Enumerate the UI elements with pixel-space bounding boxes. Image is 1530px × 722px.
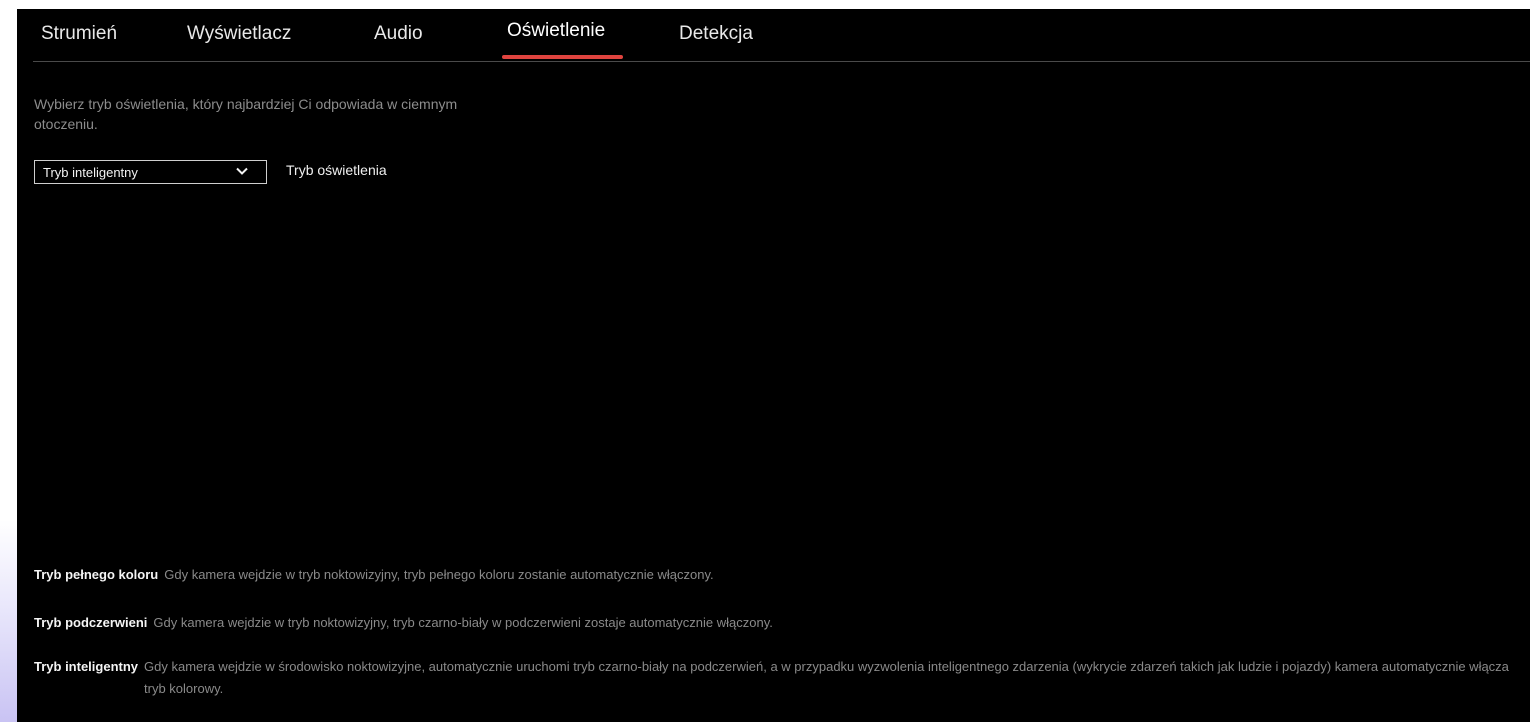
description-term: Tryb podczerwieni xyxy=(34,615,148,630)
description-text: Gdy kamera wejdzie w tryb noktowizyjny, … xyxy=(153,615,773,630)
background-edge xyxy=(0,520,17,722)
active-tab-indicator xyxy=(502,55,623,59)
tab-detection[interactable]: Detekcja xyxy=(679,23,753,45)
intro-text: Wybierz tryb oświetlenia, który najbardz… xyxy=(34,96,458,132)
description-infrared: Tryb podczerwieni Gdy kamera wejdzie w tr… xyxy=(34,612,773,634)
description-term: Tryb inteligentny xyxy=(34,659,139,674)
tab-audio[interactable]: Audio xyxy=(374,23,423,45)
tab-stream[interactable]: Strumień xyxy=(41,23,117,45)
description-full-color: Tryb pełnego koloru Gdy kamera wejdzie w … xyxy=(34,564,714,586)
tab-display[interactable]: Wyświetlacz xyxy=(187,23,291,45)
description-term: Tryb pełnego koloru xyxy=(34,567,159,582)
tab-bar: Strumień Wyświetlacz Audio Oświetlenie D… xyxy=(33,9,1530,62)
chevron-down-icon xyxy=(236,167,248,175)
lighting-mode-label: Tryb oświetlenia xyxy=(286,162,387,178)
tab-lighting[interactable]: Oświetlenie xyxy=(507,20,605,42)
settings-panel: Strumień Wyświetlacz Audio Oświetlenie D… xyxy=(17,9,1530,722)
lighting-mode-select[interactable]: Tryb inteligentny xyxy=(34,160,267,184)
description-text: Gdy kamera wejdzie w środowisko noktowiz… xyxy=(144,659,1509,696)
lighting-mode-value: Tryb inteligentny xyxy=(43,165,138,180)
description-smart: Tryb inteligentny Gdy kamera wejdzie w śr… xyxy=(34,656,1524,700)
description-text: Gdy kamera wejdzie w tryb noktowizyjny, … xyxy=(164,567,714,582)
